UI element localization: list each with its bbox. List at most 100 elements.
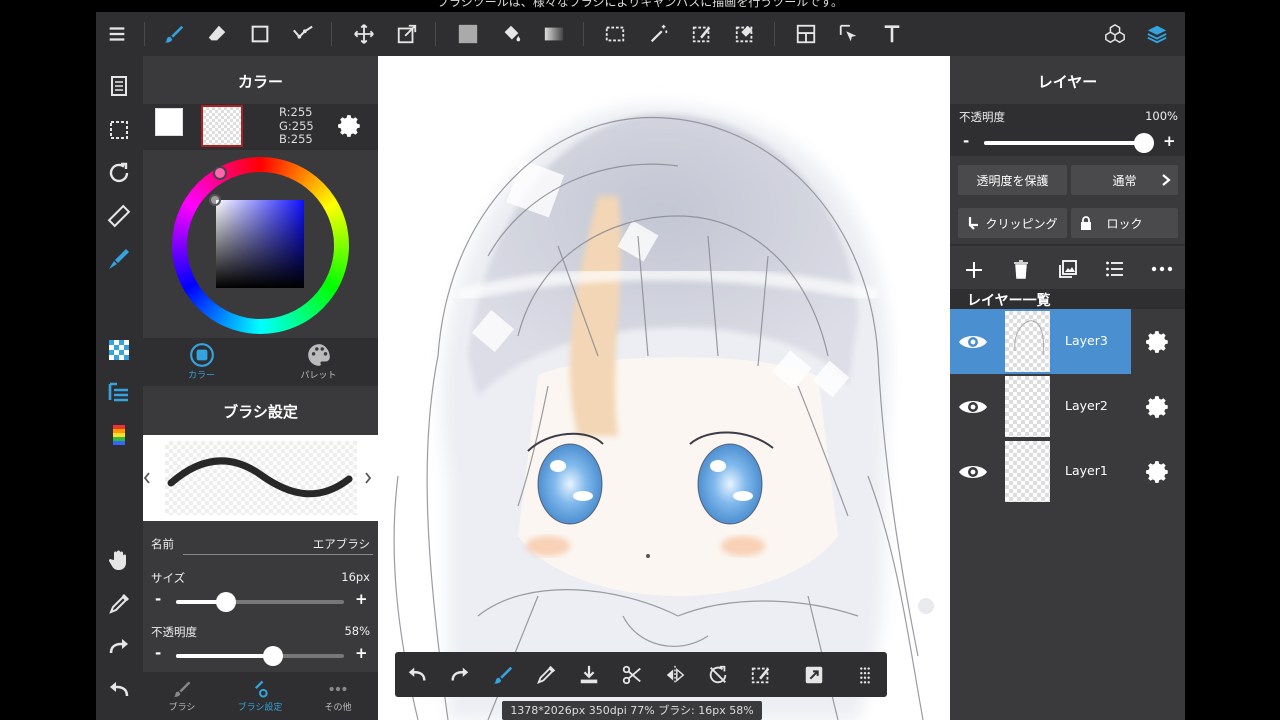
blend-mode-value: 通常 — [1112, 173, 1137, 188]
color-wheel-area[interactable] — [143, 150, 378, 338]
color-bars-icon[interactable] — [105, 421, 133, 449]
menu-icon[interactable] — [103, 20, 131, 48]
frame-divider-icon[interactable] — [792, 20, 820, 48]
opacity-slider-knob[interactable] — [263, 646, 284, 666]
layer-opacity-plus-button[interactable]: + — [1163, 132, 1176, 150]
size-minus-button[interactable]: - — [155, 590, 161, 608]
color-circle-icon — [189, 343, 214, 367]
eraser-tool-icon[interactable] — [203, 20, 231, 48]
shape-tool-icon[interactable] — [246, 20, 274, 48]
tab-color-label: カラー — [187, 371, 215, 381]
select-rect-icon[interactable] — [601, 20, 629, 48]
saturation-value-square[interactable] — [216, 200, 304, 288]
save-download-icon[interactable] — [575, 661, 603, 689]
select-eraser-icon[interactable] — [731, 20, 759, 48]
move-tool-icon[interactable] — [350, 20, 378, 48]
layer-opacity-slider-knob[interactable] — [1134, 133, 1154, 153]
size-slider-knob[interactable] — [216, 592, 237, 612]
layer-thumbnail — [1005, 376, 1050, 437]
duplicate-layer-icon[interactable] — [1058, 259, 1078, 279]
tab-brush-settings[interactable]: ブラシ設定 — [221, 678, 299, 713]
opacity-value: 58% — [344, 624, 370, 638]
sv-handle[interactable] — [209, 194, 221, 206]
fill-color-icon[interactable] — [454, 20, 482, 48]
size-plus-button[interactable]: + — [355, 590, 368, 608]
brush-tool-icon[interactable] — [160, 20, 188, 48]
layers-icon[interactable] — [1143, 20, 1171, 48]
layer-opacity-slider[interactable] — [984, 133, 1154, 153]
rotate-canvas-icon[interactable] — [105, 159, 133, 187]
line-tool-icon[interactable] — [289, 20, 317, 48]
blend-mode-select[interactable]: 通常 — [1071, 165, 1178, 195]
drawing-canvas[interactable] — [378, 56, 950, 720]
brush-tool-icon[interactable] — [489, 661, 517, 689]
layer-menu-list-icon[interactable] — [1105, 259, 1125, 279]
rotate-reset-icon[interactable] — [704, 661, 732, 689]
layer-row[interactable]: Layer1 — [950, 439, 1185, 504]
layer-row[interactable]: Layer2 — [950, 374, 1185, 439]
brush-preview[interactable] — [143, 435, 378, 521]
bucket-tool-icon[interactable] — [497, 20, 525, 48]
snap-brush-icon[interactable] — [105, 245, 133, 273]
magic-wand-icon[interactable] — [645, 20, 673, 48]
hue-handle[interactable] — [213, 166, 227, 180]
select-edit-icon[interactable] — [747, 661, 775, 689]
size-slider[interactable] — [176, 592, 344, 612]
eyedropper-icon[interactable] — [105, 590, 133, 618]
undo-icon[interactable] — [105, 676, 133, 704]
lock-button[interactable]: ロック — [1071, 208, 1178, 238]
tab-color[interactable]: カラー — [143, 342, 260, 381]
gear-icon[interactable] — [1143, 392, 1173, 422]
tab-brush-label: ブラシ — [168, 703, 196, 713]
color-panel: カラー R:255 G:255 B:255 カラー パレット — [143, 56, 378, 386]
opacity-plus-button[interactable]: + — [355, 644, 368, 662]
tab-brush[interactable]: ブラシ — [143, 678, 221, 713]
layer-thumbnail — [1005, 441, 1050, 502]
transform-icon[interactable] — [800, 661, 828, 689]
brush-name-value: エアブラシ — [312, 537, 370, 551]
brush-name-label: 名前 — [151, 537, 174, 551]
layer-opacity-minus-button[interactable]: - — [963, 132, 969, 150]
select-pen-icon[interactable] — [688, 20, 716, 48]
layer-list-icon[interactable] — [105, 378, 133, 406]
operation-tool-icon[interactable] — [835, 20, 863, 48]
eye-icon[interactable] — [958, 327, 988, 357]
transform-tool-icon[interactable] — [393, 20, 421, 48]
gradient-tool-icon[interactable] — [540, 20, 568, 48]
selection-icon[interactable] — [105, 116, 133, 144]
gear-icon[interactable] — [1143, 327, 1173, 357]
opacity-slider[interactable] — [176, 646, 344, 666]
opacity-minus-button[interactable]: - — [155, 644, 161, 662]
tab-other[interactable]: その他 — [299, 678, 377, 713]
protect-alpha-button[interactable]: 透明度を保護 — [958, 165, 1067, 195]
undo-icon[interactable] — [403, 661, 431, 689]
gear-icon[interactable] — [1143, 457, 1173, 487]
cut-icon[interactable] — [618, 661, 646, 689]
add-layer-icon[interactable] — [964, 260, 984, 280]
tab-palette-label: パレット — [300, 371, 337, 381]
eye-icon[interactable] — [958, 457, 988, 487]
primary-color-swatch[interactable] — [155, 108, 183, 136]
redo-icon[interactable] — [105, 633, 133, 661]
more-icon[interactable] — [1151, 259, 1173, 279]
trash-icon[interactable] — [1011, 259, 1031, 279]
brush-size-row: サイズ 16px - + — [143, 570, 378, 620]
ruler-icon[interactable] — [105, 202, 133, 230]
text-tool-icon[interactable] — [878, 20, 906, 48]
eye-icon[interactable] — [958, 392, 988, 422]
hand-tool-icon[interactable] — [105, 546, 133, 574]
tool-hint-text: ブラシツールは、様々なブラシによりキャンバスに描画を行うツールです。 — [436, 0, 844, 9]
transparent-color-swatch[interactable] — [201, 105, 243, 147]
page-manager-icon[interactable] — [105, 72, 133, 100]
material-icon[interactable] — [1101, 20, 1129, 48]
layer-row[interactable]: Layer3 — [950, 309, 1185, 374]
transparent-color-icon[interactable] — [105, 336, 133, 364]
grip-handle-icon[interactable] — [851, 661, 879, 689]
gear-icon[interactable] — [337, 113, 363, 139]
redo-icon[interactable] — [446, 661, 474, 689]
clipping-button[interactable]: クリッピング — [958, 208, 1067, 238]
flip-horizontal-icon[interactable] — [661, 661, 689, 689]
eyedropper-icon[interactable] — [532, 661, 560, 689]
layer-actions — [950, 248, 1185, 292]
tab-palette[interactable]: パレット — [260, 342, 377, 381]
